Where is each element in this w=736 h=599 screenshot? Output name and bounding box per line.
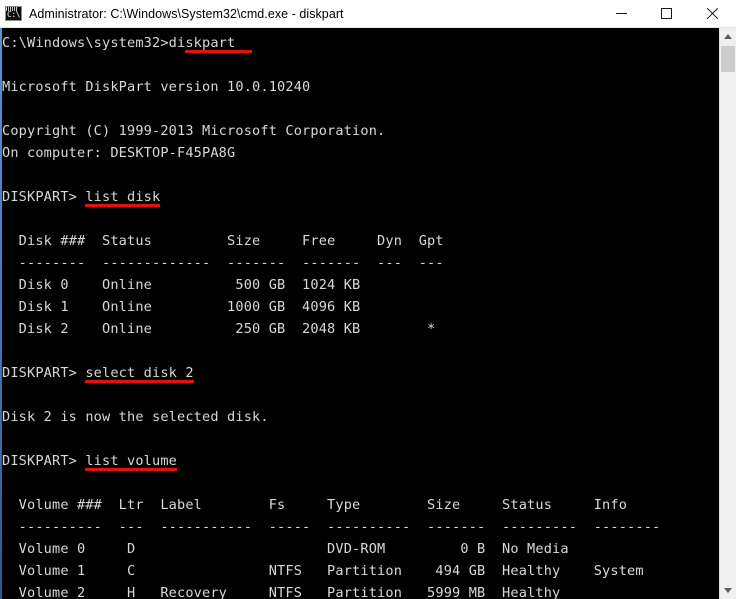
title-bar[interactable]: C:\ Administrator: C:\Windows\System32\c… <box>0 0 736 28</box>
window-controls <box>599 0 736 28</box>
console-line-text: Disk 2 Online 250 GB 2048 KB * <box>2 321 436 337</box>
console-line: Disk 2 Online 250 GB 2048 KB * <box>2 318 717 340</box>
console-line: DISKPART> select disk 2 <box>2 362 717 384</box>
maximize-button[interactable] <box>644 0 689 28</box>
scrollbar-thumb[interactable] <box>721 46 735 72</box>
minimize-icon <box>616 13 627 14</box>
chevron-down-icon <box>724 588 732 593</box>
vertical-scrollbar[interactable] <box>719 28 736 599</box>
console-line: ---------- --- ----------- ----- -------… <box>2 516 717 538</box>
icon-prompt-text: C:\ <box>7 10 20 19</box>
maximize-icon <box>661 8 672 19</box>
console-output-area[interactable]: C:\Windows\system32>diskpart Microsoft Di… <box>0 28 719 599</box>
console-line-text: Volume 2 H Recovery NTFS Partition 5999 … <box>2 585 561 599</box>
console-line: Volume 2 H Recovery NTFS Partition 5999 … <box>2 582 717 599</box>
console-line: Microsoft DiskPart version 10.0.10240 <box>2 76 717 98</box>
console-line: C:\Windows\system32>diskpart <box>2 32 717 54</box>
scrollbar-track[interactable] <box>720 45 736 582</box>
console-line-text: Disk ### Status Size Free Dyn Gpt <box>2 233 444 249</box>
console-line: Volume 0 D DVD-ROM 0 B No Media <box>2 538 717 560</box>
console-line-text: -------- ------------- ------- ------- -… <box>2 255 444 271</box>
close-icon <box>706 7 719 20</box>
console-line-text: Copyright (C) 1999-2013 Microsoft Corpor… <box>2 123 386 139</box>
close-button[interactable] <box>689 0 736 28</box>
console-line: DISKPART> list disk <box>2 186 717 208</box>
console-line-text: ---------- --- ----------- ----- -------… <box>2 519 661 535</box>
console-line-text: C:\Windows\system32>diskpart <box>2 35 236 51</box>
window-title: Administrator: C:\Windows\System32\cmd.e… <box>29 6 344 21</box>
cmd-exe-icon[interactable]: C:\ <box>5 6 22 21</box>
command-underline-highlight <box>85 468 178 471</box>
console-line: Disk 1 Online 1000 GB 4096 KB <box>2 296 717 318</box>
console-line: Volume ### Ltr Label Fs Type Size Status… <box>2 494 717 516</box>
console-line-text: On computer: DESKTOP-F45PA8G <box>2 145 236 161</box>
console-line-text: DISKPART> list disk <box>2 189 161 205</box>
scroll-down-button[interactable] <box>720 582 736 599</box>
cmd-window: C:\ Administrator: C:\Windows\System32\c… <box>0 0 736 599</box>
chevron-up-icon <box>724 34 732 39</box>
scroll-up-button[interactable] <box>720 28 736 45</box>
console-line: Disk 2 is now the selected disk. <box>2 406 717 428</box>
command-underline-highlight <box>85 380 194 383</box>
console-line-text: Disk 0 Online 500 GB 1024 KB <box>2 277 361 293</box>
console-line-text: Disk 1 Online 1000 GB 4096 KB <box>2 299 361 315</box>
command-underline-highlight <box>85 204 161 207</box>
console-line: Disk 0 Online 500 GB 1024 KB <box>2 274 717 296</box>
console-line-text: DISKPART> select disk 2 <box>2 365 194 381</box>
console-line-text: Volume 0 D DVD-ROM 0 B No Media <box>2 541 569 557</box>
console-line: DISKPART> list volume <box>2 450 717 472</box>
console-line: Disk ### Status Size Free Dyn Gpt <box>2 230 717 252</box>
console-line: Copyright (C) 1999-2013 Microsoft Corpor… <box>2 120 717 142</box>
console-line: On computer: DESKTOP-F45PA8G <box>2 142 717 164</box>
console-text: C:\Windows\system32>diskpart Microsoft Di… <box>2 28 717 599</box>
console-line-text: Volume ### Ltr Label Fs Type Size Status… <box>2 497 628 513</box>
console-line-text: Volume 1 C NTFS Partition 494 GB Healthy… <box>2 563 644 579</box>
console-line: Volume 1 C NTFS Partition 494 GB Healthy… <box>2 560 717 582</box>
console-line-text: Disk 2 is now the selected disk. <box>2 409 269 425</box>
console-line-text: DISKPART> list volume <box>2 453 178 469</box>
minimize-button[interactable] <box>599 0 644 28</box>
console-line: -------- ------------- ------- ------- -… <box>2 252 717 274</box>
command-underline-highlight <box>185 50 253 53</box>
console-line-text: Microsoft DiskPart version 10.0.10240 <box>2 79 311 95</box>
